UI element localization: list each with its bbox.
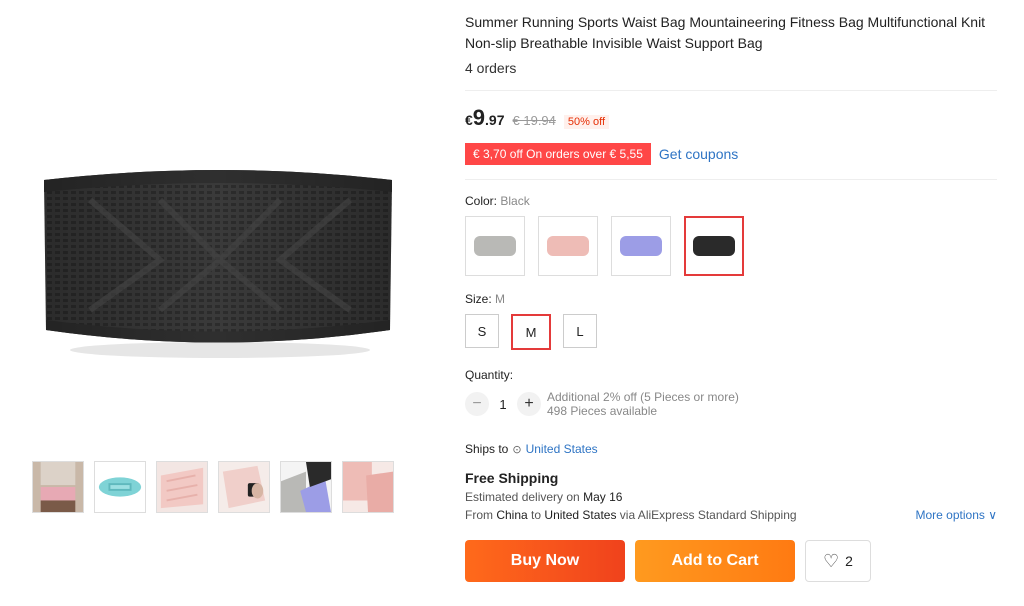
product-title: Summer Running Sports Waist Bag Mountain… — [465, 14, 986, 51]
color-selected-value: Black — [500, 194, 530, 208]
ships-to-label: Ships to — [465, 442, 509, 456]
heart-icon: ♡ — [823, 550, 840, 571]
size-option-l[interactable]: L — [563, 314, 597, 348]
route-to-word: to — [531, 508, 542, 522]
size-label-text: Size: — [465, 292, 492, 306]
original-price: € 19.94 — [512, 113, 556, 128]
thumbnail-strip — [32, 461, 394, 513]
free-shipping-heading: Free Shipping — [465, 470, 559, 486]
coupon-tag: € 3,70 off On orders over € 5,55 — [465, 143, 651, 165]
size-selected-value: M — [495, 292, 506, 306]
action-buttons: Buy Now Add to Cart ♡ 2 — [465, 540, 997, 582]
swatch-band — [620, 236, 662, 256]
thumbnail-1[interactable] — [32, 461, 84, 513]
price-currency: € — [465, 112, 473, 128]
estimated-delivery-date: May 16 — [583, 490, 623, 504]
coupon-row: € 3,70 off On orders over € 5,55 Get cou… — [465, 143, 997, 165]
route-carrier: via AliExpress Standard Shipping — [619, 508, 797, 522]
get-coupons-link[interactable]: Get coupons — [659, 146, 738, 162]
price-integer: 9 — [472, 105, 486, 130]
bulk-discount-note: Additional 2% off (5 Pieces or more) — [547, 390, 739, 404]
order-count: 4 orders — [465, 60, 517, 76]
estimated-delivery: Estimated delivery on May 16 — [465, 490, 997, 504]
quantity-value[interactable]: 1 — [489, 397, 517, 412]
route-origin: China — [496, 508, 528, 522]
price-row: € 9 .97 € 19.94 50% off — [465, 105, 997, 131]
quantity-label: Quantity: — [465, 368, 514, 382]
thumbnail-6[interactable] — [342, 461, 394, 513]
shipping-route: From China to United States via AliExpre… — [465, 508, 797, 522]
wishlist-button[interactable]: ♡ 2 — [805, 540, 871, 582]
main-product-image — [30, 160, 410, 380]
quantity-increase-button[interactable]: + — [517, 392, 541, 416]
estimated-delivery-prefix: Estimated delivery on — [465, 490, 580, 504]
size-label: Size: M — [465, 292, 997, 306]
swatch-band — [474, 236, 516, 256]
divider — [465, 90, 997, 91]
swatch-band — [693, 236, 735, 256]
color-swatch-purple[interactable] — [611, 216, 671, 276]
stock-available: 498 Pieces available — [547, 404, 658, 418]
color-swatches — [465, 216, 997, 276]
size-options: S M L — [465, 314, 997, 350]
thumbnail-3[interactable] — [156, 461, 208, 513]
divider — [465, 179, 997, 180]
shipping-route-row: From China to United States via AliExpre… — [465, 508, 997, 522]
swatch-band — [547, 236, 589, 256]
wishlist-count: 2 — [845, 553, 853, 569]
price-decimal: .97 — [485, 112, 505, 128]
color-swatch-gray[interactable] — [465, 216, 525, 276]
ships-to-country-link[interactable]: United States — [526, 442, 598, 456]
ships-to-row: Ships to ⊙ United States — [465, 442, 997, 456]
color-swatch-pink[interactable] — [538, 216, 598, 276]
thumbnail-5[interactable] — [280, 461, 332, 513]
product-info-panel: Summer Running Sports Waist Bag Mountain… — [465, 12, 997, 582]
thumbnail-2[interactable] — [94, 461, 146, 513]
color-label: Color: Black — [465, 194, 997, 208]
add-to-cart-button[interactable]: Add to Cart — [635, 540, 795, 582]
color-swatch-black[interactable] — [684, 216, 744, 276]
size-option-s[interactable]: S — [465, 314, 499, 348]
size-option-m[interactable]: M — [511, 314, 551, 350]
color-label-text: Color: — [465, 194, 498, 208]
more-options-link[interactable]: More options ∨ — [916, 508, 998, 522]
thumbnail-4[interactable] — [218, 461, 270, 513]
route-from-word: From — [465, 508, 493, 522]
route-destination: United States — [544, 508, 617, 522]
quantity-decrease-button[interactable]: − — [465, 392, 489, 416]
buy-now-button[interactable]: Buy Now — [465, 540, 625, 582]
quantity-info: Additional 2% off (5 Pieces or more) 498… — [547, 390, 739, 418]
discount-badge: 50% off — [563, 115, 609, 129]
location-pin-icon: ⊙ — [512, 443, 522, 456]
quantity-stepper: − 1 + Additional 2% off (5 Pieces or mor… — [465, 390, 997, 418]
